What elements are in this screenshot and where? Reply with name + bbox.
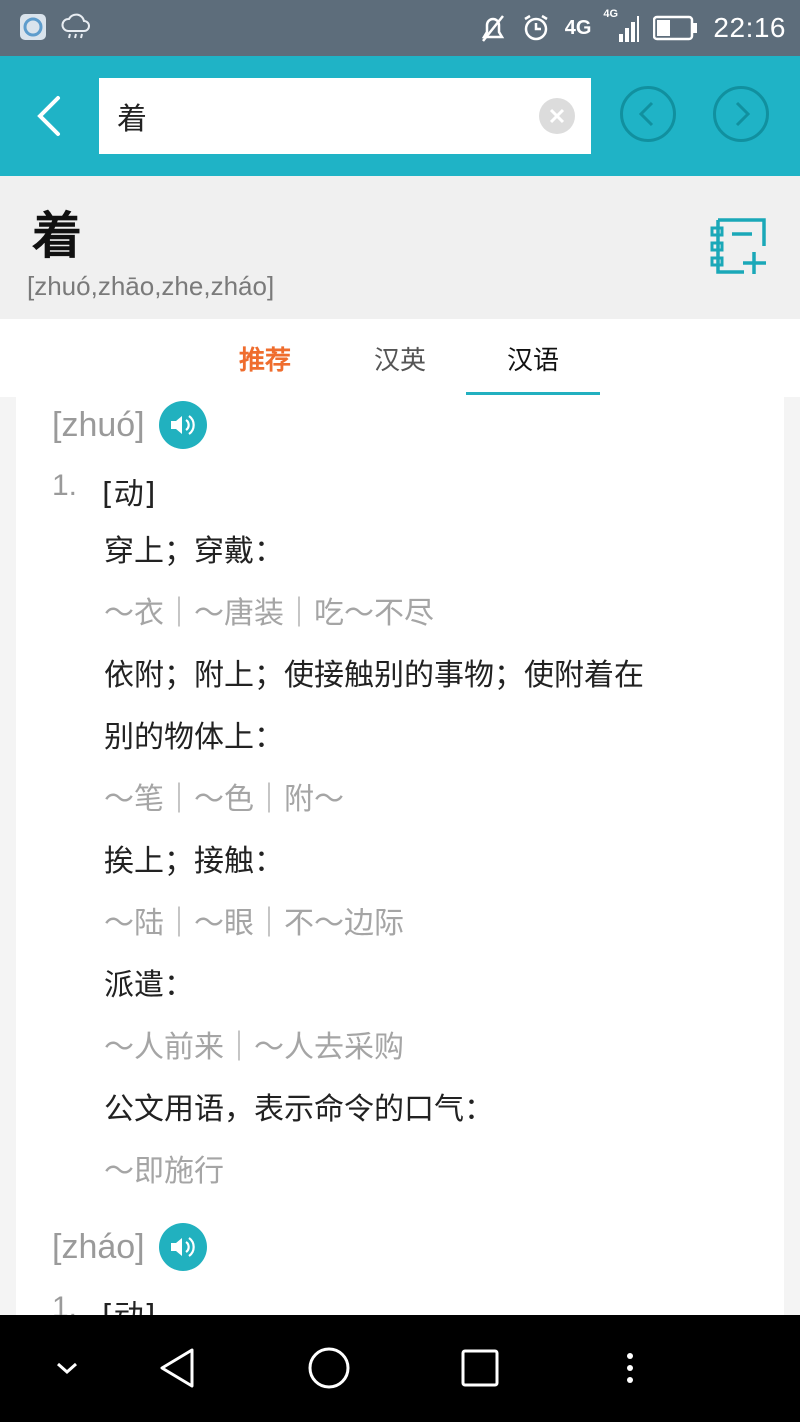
- sense-number: 1.: [52, 469, 78, 502]
- hide-nav-button[interactable]: [32, 1335, 102, 1401]
- word-header: 着 [zhuó,zhāo,zhe,zháo]: [0, 176, 800, 319]
- part-of-speech: [动]: [102, 477, 156, 512]
- next-word-button[interactable]: [713, 86, 769, 142]
- search-box[interactable]: [99, 78, 591, 154]
- definition-text: 别的物体上：: [104, 720, 284, 755]
- network-type-label: 4G: [564, 16, 592, 39]
- previous-word-button[interactable]: [620, 86, 676, 142]
- clock: 22:16: [713, 12, 786, 43]
- part-of-speech: [动]: [102, 1291, 155, 1315]
- pronunciation-pinyin: [zhuó]: [52, 405, 145, 444]
- tab-chinese[interactable]: 汉语: [466, 319, 600, 397]
- recents-square-icon: [461, 1349, 499, 1387]
- previous-icon: [638, 101, 654, 127]
- search-input[interactable]: [117, 78, 517, 154]
- example-text: ～即施行: [104, 1154, 224, 1189]
- battery-icon: [653, 15, 699, 41]
- pronunciation-row: [zháo]: [52, 1223, 207, 1271]
- network-type-label-secondary: 4G: [603, 8, 619, 20]
- definition-text: 公文用语，表示命令的口气：: [104, 1092, 494, 1127]
- example-text: ～衣｜～唐装｜吃～不尽: [104, 596, 434, 631]
- definition-text: 依附；附上；使接触别的事物；使附着在: [104, 658, 644, 693]
- example-text: ～笔｜～色｜附～: [104, 782, 344, 817]
- speaker-icon: [170, 1237, 195, 1257]
- tab-chinese-english[interactable]: 汉英: [335, 319, 465, 397]
- tab-bar: 推荐 汉英 汉语: [0, 319, 800, 397]
- next-icon: [735, 101, 751, 127]
- tab-recommended[interactable]: 推荐: [200, 319, 330, 397]
- status-bar: 4G 4G 22:16: [0, 0, 800, 56]
- sense-number: 1.: [52, 1291, 78, 1315]
- speaker-icon: [170, 415, 195, 435]
- definition-text: 穿上；穿戴：: [104, 534, 284, 569]
- alarm-icon: [521, 13, 551, 43]
- add-to-notebook-icon: [710, 218, 766, 274]
- definition-text: 派遣：: [104, 968, 194, 1003]
- example-text: ～陆｜～眼｜不～边际: [104, 906, 404, 941]
- speaker-button[interactable]: [158, 1223, 207, 1271]
- rain-cloud-icon: [60, 13, 90, 41]
- clear-icon: [549, 108, 565, 124]
- home-circle-icon: [308, 1347, 350, 1389]
- definition-scroll-area[interactable]: [zhuó] 1. [动] 穿上；穿戴： ～衣｜～唐装｜吃～不尽 依附；附上；使…: [0, 397, 800, 1315]
- app-bar: [0, 56, 800, 176]
- nav-back-button[interactable]: [143, 1335, 213, 1401]
- definition-text: 挨上；接触：: [104, 844, 284, 879]
- system-nav-bar: [0, 1315, 800, 1422]
- nav-recents-button[interactable]: [445, 1335, 515, 1401]
- nav-menu-button[interactable]: [595, 1335, 665, 1401]
- gallery-icon: [18, 12, 48, 42]
- word-pinyin: [zhuó,zhāo,zhe,zháo]: [27, 271, 275, 301]
- word-title: 着: [32, 207, 82, 265]
- pronunciation-pinyin: [zháo]: [52, 1227, 145, 1266]
- mute-icon: [479, 13, 507, 43]
- definition-card: [zhuó] 1. [动] 穿上；穿戴： ～衣｜～唐装｜吃～不尽 依附；附上；使…: [16, 397, 784, 1315]
- back-arrow-icon: [37, 96, 60, 136]
- nav-home-button[interactable]: [294, 1335, 364, 1401]
- pronunciation-row: [zhuó]: [52, 401, 207, 449]
- chevron-down-icon: [57, 1362, 77, 1375]
- signal-icon: 4G: [603, 8, 640, 44]
- speaker-button[interactable]: [158, 401, 207, 449]
- example-text: ～人前来｜～人去采购: [104, 1030, 404, 1065]
- clear-button[interactable]: [539, 98, 575, 134]
- add-to-notebook-button[interactable]: [708, 216, 774, 278]
- triangle-back-icon: [160, 1348, 194, 1388]
- back-button[interactable]: [26, 86, 76, 146]
- more-vertical-icon: [627, 1353, 633, 1383]
